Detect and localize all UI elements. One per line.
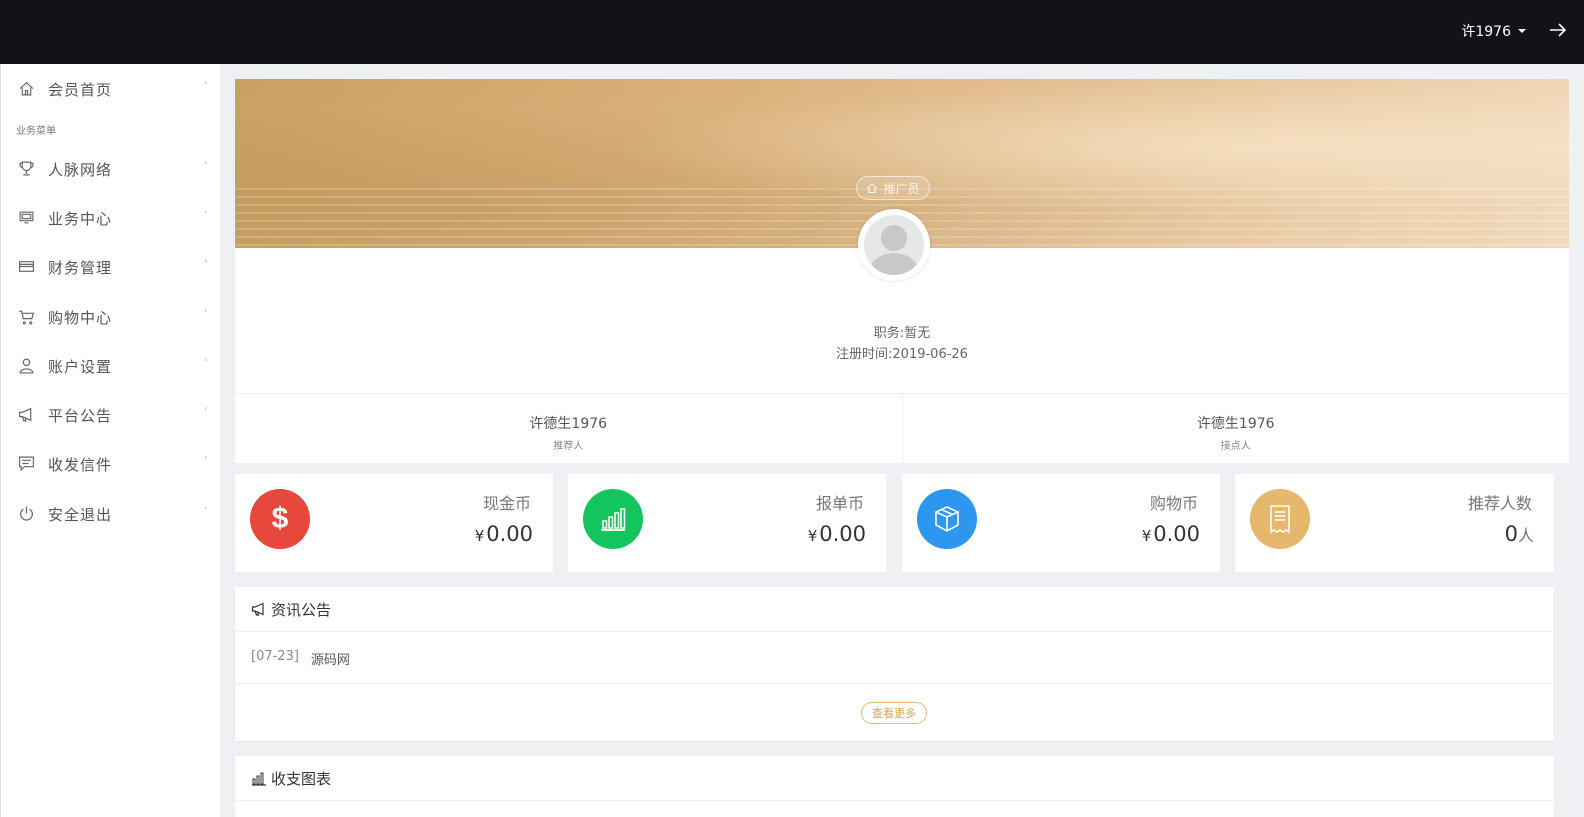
arrow-right-icon[interactable] [1546, 18, 1570, 42]
trophy-icon [19, 161, 34, 176]
chevron-left-icon: ‹ [204, 503, 208, 512]
cart-icon [19, 310, 35, 325]
chevron-left-icon: ‹ [204, 453, 208, 462]
sidebar-item-announcements[interactable]: 平台公告 ‹ [1, 394, 221, 434]
chevron-left-icon: ‹ [204, 158, 208, 167]
chevron-left-icon: ‹ [204, 78, 208, 87]
sidebar-item-label: 收发信件 [48, 456, 113, 474]
sidebar-item-label: 财务管理 [48, 259, 113, 277]
register-line: 注册时间:2019-06-26 [235, 343, 1569, 362]
sidebar-item-finance[interactable]: 财务管理 ‹ [1, 246, 221, 286]
user-menu[interactable]: 许1976 [1461, 21, 1526, 41]
sidebar-item-label: 购物中心 [48, 309, 113, 327]
register-value: 2019-06-26 [892, 347, 968, 362]
stat-card-cash: $ 现金币 ¥0.00 [235, 474, 553, 572]
view-more-button[interactable]: 查看更多 [861, 702, 927, 724]
profile-card: 推广员 职务:暂无 注册时间:2019-06-26 许德生1976 推荐人 许德… [235, 79, 1569, 463]
stat-card-order: 报单币 ¥0.00 [568, 474, 886, 572]
placement-name: 许德生1976 [1196, 416, 1275, 432]
stat-title: 报单币 [815, 494, 864, 513]
monitor-icon [19, 211, 34, 224]
referral-grid: 许德生1976 推荐人 许德生1976 接点人 [235, 393, 1569, 463]
chevron-left-icon: ‹ [204, 256, 208, 265]
chart-title: 收支图表 [271, 769, 332, 788]
referrer-role: 推荐人 [553, 441, 584, 452]
position-line: 职务:暂无 [235, 322, 1569, 341]
position-label: 职务: [873, 326, 905, 341]
stat-value: ¥0.00 [474, 522, 533, 546]
news-panel: 资讯公告 [07-23] 源码网 查看更多 [235, 587, 1554, 741]
megaphone-icon [19, 407, 32, 422]
role-badge-label: 推广员 [883, 181, 920, 196]
sidebar-item-label: 业务中心 [48, 210, 113, 228]
list-item[interactable]: [07-23] 源码网 [251, 649, 350, 668]
stat-title: 推荐人数 [1467, 494, 1532, 513]
message-icon [19, 456, 34, 472]
sidebar-section-title: 业务菜单 [16, 126, 56, 137]
chevron-left-icon: ‹ [204, 355, 208, 364]
power-icon [20, 506, 33, 521]
sidebar-item-business[interactable]: 业务中心 ‹ [1, 197, 221, 237]
stat-card-referrals: 推荐人数 0人 [1235, 474, 1554, 572]
referrer-name: 许德生1976 [529, 416, 608, 432]
chart-header: 收支图表 [235, 756, 1554, 801]
dollar-icon: $ [250, 489, 310, 549]
sidebar-item-shop[interactable]: 购物中心 ‹ [1, 296, 221, 336]
sidebar-item-network[interactable]: 人脉网络 ‹ [1, 148, 221, 188]
bar-chart-icon [583, 489, 643, 549]
placement-block: 许德生1976 接点人 [901, 394, 1570, 463]
position-value: 暂无 [904, 326, 931, 341]
sidebar-item-label: 平台公告 [48, 407, 113, 425]
news-title: 资讯公告 [271, 600, 332, 619]
placement-role: 接点人 [1220, 441, 1251, 452]
home-icon [19, 81, 34, 96]
username: 许1976 [1461, 24, 1511, 40]
top-bar: 许1976 [0, 0, 1584, 64]
sidebar: 会员首页 ‹ 业务菜单 人脉网络 ‹ 业务中心 ‹ 财务管理 ‹ 购物中心 ‹ … [0, 64, 220, 817]
sidebar-item-account[interactable]: 账户设置 ‹ [1, 345, 221, 385]
stat-value: 0人 [1504, 522, 1534, 546]
sidebar-item-label: 账户设置 [48, 358, 113, 376]
news-header: 资讯公告 [235, 587, 1554, 632]
register-label: 注册时间: [836, 347, 893, 362]
stat-value: ¥0.00 [807, 522, 866, 546]
card-icon [19, 261, 34, 272]
sidebar-item-messages[interactable]: 收发信件 ‹ [1, 443, 221, 483]
megaphone-icon [251, 602, 264, 616]
stat-card-shopping: 购物币 ¥0.00 [902, 474, 1220, 572]
bar-chart-icon [252, 772, 266, 786]
home-icon [867, 183, 878, 193]
user-icon [19, 358, 34, 374]
receipt-icon [1250, 489, 1310, 549]
stat-title: 现金币 [482, 494, 531, 513]
box-icon [917, 489, 977, 549]
stat-title: 购物币 [1149, 494, 1198, 513]
chevron-left-icon: ‹ [204, 207, 208, 216]
avatar[interactable] [858, 209, 930, 281]
chevron-left-icon: ‹ [204, 306, 208, 315]
sidebar-item-home[interactable]: 会员首页 ‹ [1, 68, 221, 108]
sidebar-item-label: 人脉网络 [48, 161, 113, 179]
chart-panel: 收支图表 [235, 756, 1554, 817]
referrer-block: 许德生1976 推荐人 [235, 394, 902, 463]
chevron-down-icon [1518, 29, 1526, 33]
news-item-title[interactable]: 源码网 [311, 649, 350, 668]
sidebar-item-label: 安全退出 [48, 506, 113, 524]
chevron-left-icon: ‹ [204, 404, 208, 413]
sidebar-item-label: 会员首页 [48, 81, 113, 99]
sidebar-item-logout[interactable]: 安全退出 ‹ [1, 493, 221, 533]
news-date: [07-23] [251, 649, 299, 664]
role-badge: 推广员 [856, 176, 930, 200]
stat-value: ¥0.00 [1141, 522, 1200, 546]
